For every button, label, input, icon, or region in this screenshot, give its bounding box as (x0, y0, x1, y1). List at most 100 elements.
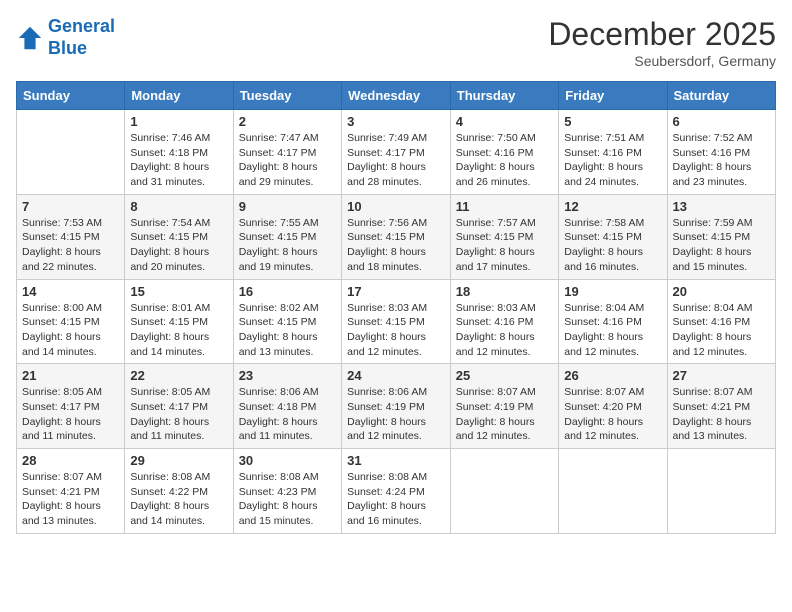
day-number: 27 (673, 368, 771, 383)
page-header: General Blue December 2025 Seubersdorf, … (16, 16, 776, 69)
day-info: Sunrise: 8:05 AMSunset: 4:17 PMDaylight:… (130, 385, 227, 444)
logo-line2: Blue (48, 38, 87, 58)
logo-line1: General (48, 16, 115, 36)
title-block: December 2025 Seubersdorf, Germany (548, 16, 776, 69)
day-info: Sunrise: 7:53 AMSunset: 4:15 PMDaylight:… (22, 216, 119, 275)
logo: General Blue (16, 16, 115, 59)
day-number: 16 (239, 284, 336, 299)
column-header-monday: Monday (125, 82, 233, 110)
day-number: 4 (456, 114, 553, 129)
day-number: 8 (130, 199, 227, 214)
day-info: Sunrise: 8:03 AMSunset: 4:15 PMDaylight:… (347, 301, 445, 360)
day-number: 20 (673, 284, 771, 299)
day-info: Sunrise: 8:07 AMSunset: 4:21 PMDaylight:… (673, 385, 771, 444)
day-info: Sunrise: 8:07 AMSunset: 4:20 PMDaylight:… (564, 385, 661, 444)
calendar-cell (17, 110, 125, 195)
day-number: 26 (564, 368, 661, 383)
day-info: Sunrise: 8:08 AMSunset: 4:22 PMDaylight:… (130, 470, 227, 529)
day-number: 31 (347, 453, 445, 468)
day-number: 1 (130, 114, 227, 129)
day-number: 19 (564, 284, 661, 299)
calendar-week-row: 7 Sunrise: 7:53 AMSunset: 4:15 PMDaylight… (17, 194, 776, 279)
day-info: Sunrise: 7:50 AMSunset: 4:16 PMDaylight:… (456, 131, 553, 190)
calendar-cell: 8 Sunrise: 7:54 AMSunset: 4:15 PMDaylight… (125, 194, 233, 279)
column-header-friday: Friday (559, 82, 667, 110)
day-number: 3 (347, 114, 445, 129)
calendar-cell: 22 Sunrise: 8:05 AMSunset: 4:17 PMDayligh… (125, 364, 233, 449)
day-info: Sunrise: 8:01 AMSunset: 4:15 PMDaylight:… (130, 301, 227, 360)
location: Seubersdorf, Germany (548, 53, 776, 69)
calendar-week-row: 14Sunrise: 8:00 AMSunset: 4:15 PMDayligh… (17, 279, 776, 364)
calendar-cell: 4 Sunrise: 7:50 AMSunset: 4:16 PMDaylight… (450, 110, 558, 195)
calendar-cell: 13 Sunrise: 7:59 AMSunset: 4:15 PMDayligh… (667, 194, 776, 279)
calendar-table: SundayMondayTuesdayWednesdayThursdayFrid… (16, 81, 776, 534)
calendar-cell: 27 Sunrise: 8:07 AMSunset: 4:21 PMDayligh… (667, 364, 776, 449)
month-year: December 2025 (548, 16, 776, 53)
day-info: Sunrise: 8:02 AMSunset: 4:15 PMDaylight:… (239, 301, 336, 360)
day-info: Sunrise: 7:59 AMSunset: 4:15 PMDaylight:… (673, 216, 771, 275)
day-number: 24 (347, 368, 445, 383)
calendar-cell: 9 Sunrise: 7:55 AMSunset: 4:15 PMDaylight… (233, 194, 341, 279)
day-info: Sunrise: 8:08 AMSunset: 4:23 PMDaylight:… (239, 470, 336, 529)
calendar-cell: 16 Sunrise: 8:02 AMSunset: 4:15 PMDayligh… (233, 279, 341, 364)
calendar-week-row: 21 Sunrise: 8:05 AMSunset: 4:17 PMDayligh… (17, 364, 776, 449)
day-info: Sunrise: 8:07 AMSunset: 4:19 PMDaylight:… (456, 385, 553, 444)
column-header-saturday: Saturday (667, 82, 776, 110)
day-number: 6 (673, 114, 771, 129)
calendar-cell: 24Sunrise: 8:06 AMSunset: 4:19 PMDayligh… (342, 364, 451, 449)
day-info: Sunrise: 7:46 AMSunset: 4:18 PMDaylight:… (130, 131, 227, 190)
day-number: 22 (130, 368, 227, 383)
column-header-thursday: Thursday (450, 82, 558, 110)
calendar-cell: 3 Sunrise: 7:49 AMSunset: 4:17 PMDaylight… (342, 110, 451, 195)
day-info: Sunrise: 7:55 AMSunset: 4:15 PMDaylight:… (239, 216, 336, 275)
day-number: 11 (456, 199, 553, 214)
day-number: 15 (130, 284, 227, 299)
calendar-cell: 10 Sunrise: 7:56 AMSunset: 4:15 PMDayligh… (342, 194, 451, 279)
calendar-cell: 29Sunrise: 8:08 AMSunset: 4:22 PMDayligh… (125, 449, 233, 534)
day-number: 25 (456, 368, 553, 383)
day-number: 7 (22, 199, 119, 214)
calendar-cell: 11 Sunrise: 7:57 AMSunset: 4:15 PMDayligh… (450, 194, 558, 279)
calendar-cell: 26 Sunrise: 8:07 AMSunset: 4:20 PMDayligh… (559, 364, 667, 449)
column-header-tuesday: Tuesday (233, 82, 341, 110)
day-info: Sunrise: 8:07 AMSunset: 4:21 PMDaylight:… (22, 470, 119, 529)
day-info: Sunrise: 7:54 AMSunset: 4:15 PMDaylight:… (130, 216, 227, 275)
day-number: 28 (22, 453, 119, 468)
day-number: 17 (347, 284, 445, 299)
day-number: 10 (347, 199, 445, 214)
calendar-cell: 2Sunrise: 7:47 AMSunset: 4:17 PMDaylight… (233, 110, 341, 195)
day-number: 30 (239, 453, 336, 468)
day-info: Sunrise: 7:47 AMSunset: 4:17 PMDaylight:… (239, 131, 336, 190)
calendar-week-row: 1 Sunrise: 7:46 AMSunset: 4:18 PMDaylight… (17, 110, 776, 195)
day-number: 9 (239, 199, 336, 214)
day-number: 23 (239, 368, 336, 383)
calendar-cell: 30 Sunrise: 8:08 AMSunset: 4:23 PMDayligh… (233, 449, 341, 534)
day-info: Sunrise: 8:08 AMSunset: 4:24 PMDaylight:… (347, 470, 445, 529)
day-info: Sunrise: 7:58 AMSunset: 4:15 PMDaylight:… (564, 216, 661, 275)
calendar-cell: 31 Sunrise: 8:08 AMSunset: 4:24 PMDayligh… (342, 449, 451, 534)
calendar-cell: 6 Sunrise: 7:52 AMSunset: 4:16 PMDaylight… (667, 110, 776, 195)
day-info: Sunrise: 7:56 AMSunset: 4:15 PMDaylight:… (347, 216, 445, 275)
calendar-cell: 15 Sunrise: 8:01 AMSunset: 4:15 PMDayligh… (125, 279, 233, 364)
calendar-cell: 23Sunrise: 8:06 AMSunset: 4:18 PMDayligh… (233, 364, 341, 449)
day-info: Sunrise: 7:52 AMSunset: 4:16 PMDaylight:… (673, 131, 771, 190)
calendar-week-row: 28 Sunrise: 8:07 AMSunset: 4:21 PMDayligh… (17, 449, 776, 534)
calendar-cell: 1 Sunrise: 7:46 AMSunset: 4:18 PMDaylight… (125, 110, 233, 195)
column-header-wednesday: Wednesday (342, 82, 451, 110)
day-info: Sunrise: 7:57 AMSunset: 4:15 PMDaylight:… (456, 216, 553, 275)
calendar-cell (450, 449, 558, 534)
calendar-cell: 12 Sunrise: 7:58 AMSunset: 4:15 PMDayligh… (559, 194, 667, 279)
calendar-cell: 18 Sunrise: 8:03 AMSunset: 4:16 PMDayligh… (450, 279, 558, 364)
logo-icon (16, 24, 44, 52)
calendar-cell: 7 Sunrise: 7:53 AMSunset: 4:15 PMDaylight… (17, 194, 125, 279)
calendar-header-row: SundayMondayTuesdayWednesdayThursdayFrid… (17, 82, 776, 110)
day-info: Sunrise: 8:03 AMSunset: 4:16 PMDaylight:… (456, 301, 553, 360)
day-number: 21 (22, 368, 119, 383)
day-number: 13 (673, 199, 771, 214)
calendar-cell: 21Sunrise: 8:05 AMSunset: 4:17 PMDayligh… (17, 364, 125, 449)
calendar-cell (667, 449, 776, 534)
day-info: Sunrise: 7:49 AMSunset: 4:17 PMDaylight:… (347, 131, 445, 190)
day-number: 12 (564, 199, 661, 214)
calendar-cell: 14Sunrise: 8:00 AMSunset: 4:15 PMDayligh… (17, 279, 125, 364)
day-number: 18 (456, 284, 553, 299)
